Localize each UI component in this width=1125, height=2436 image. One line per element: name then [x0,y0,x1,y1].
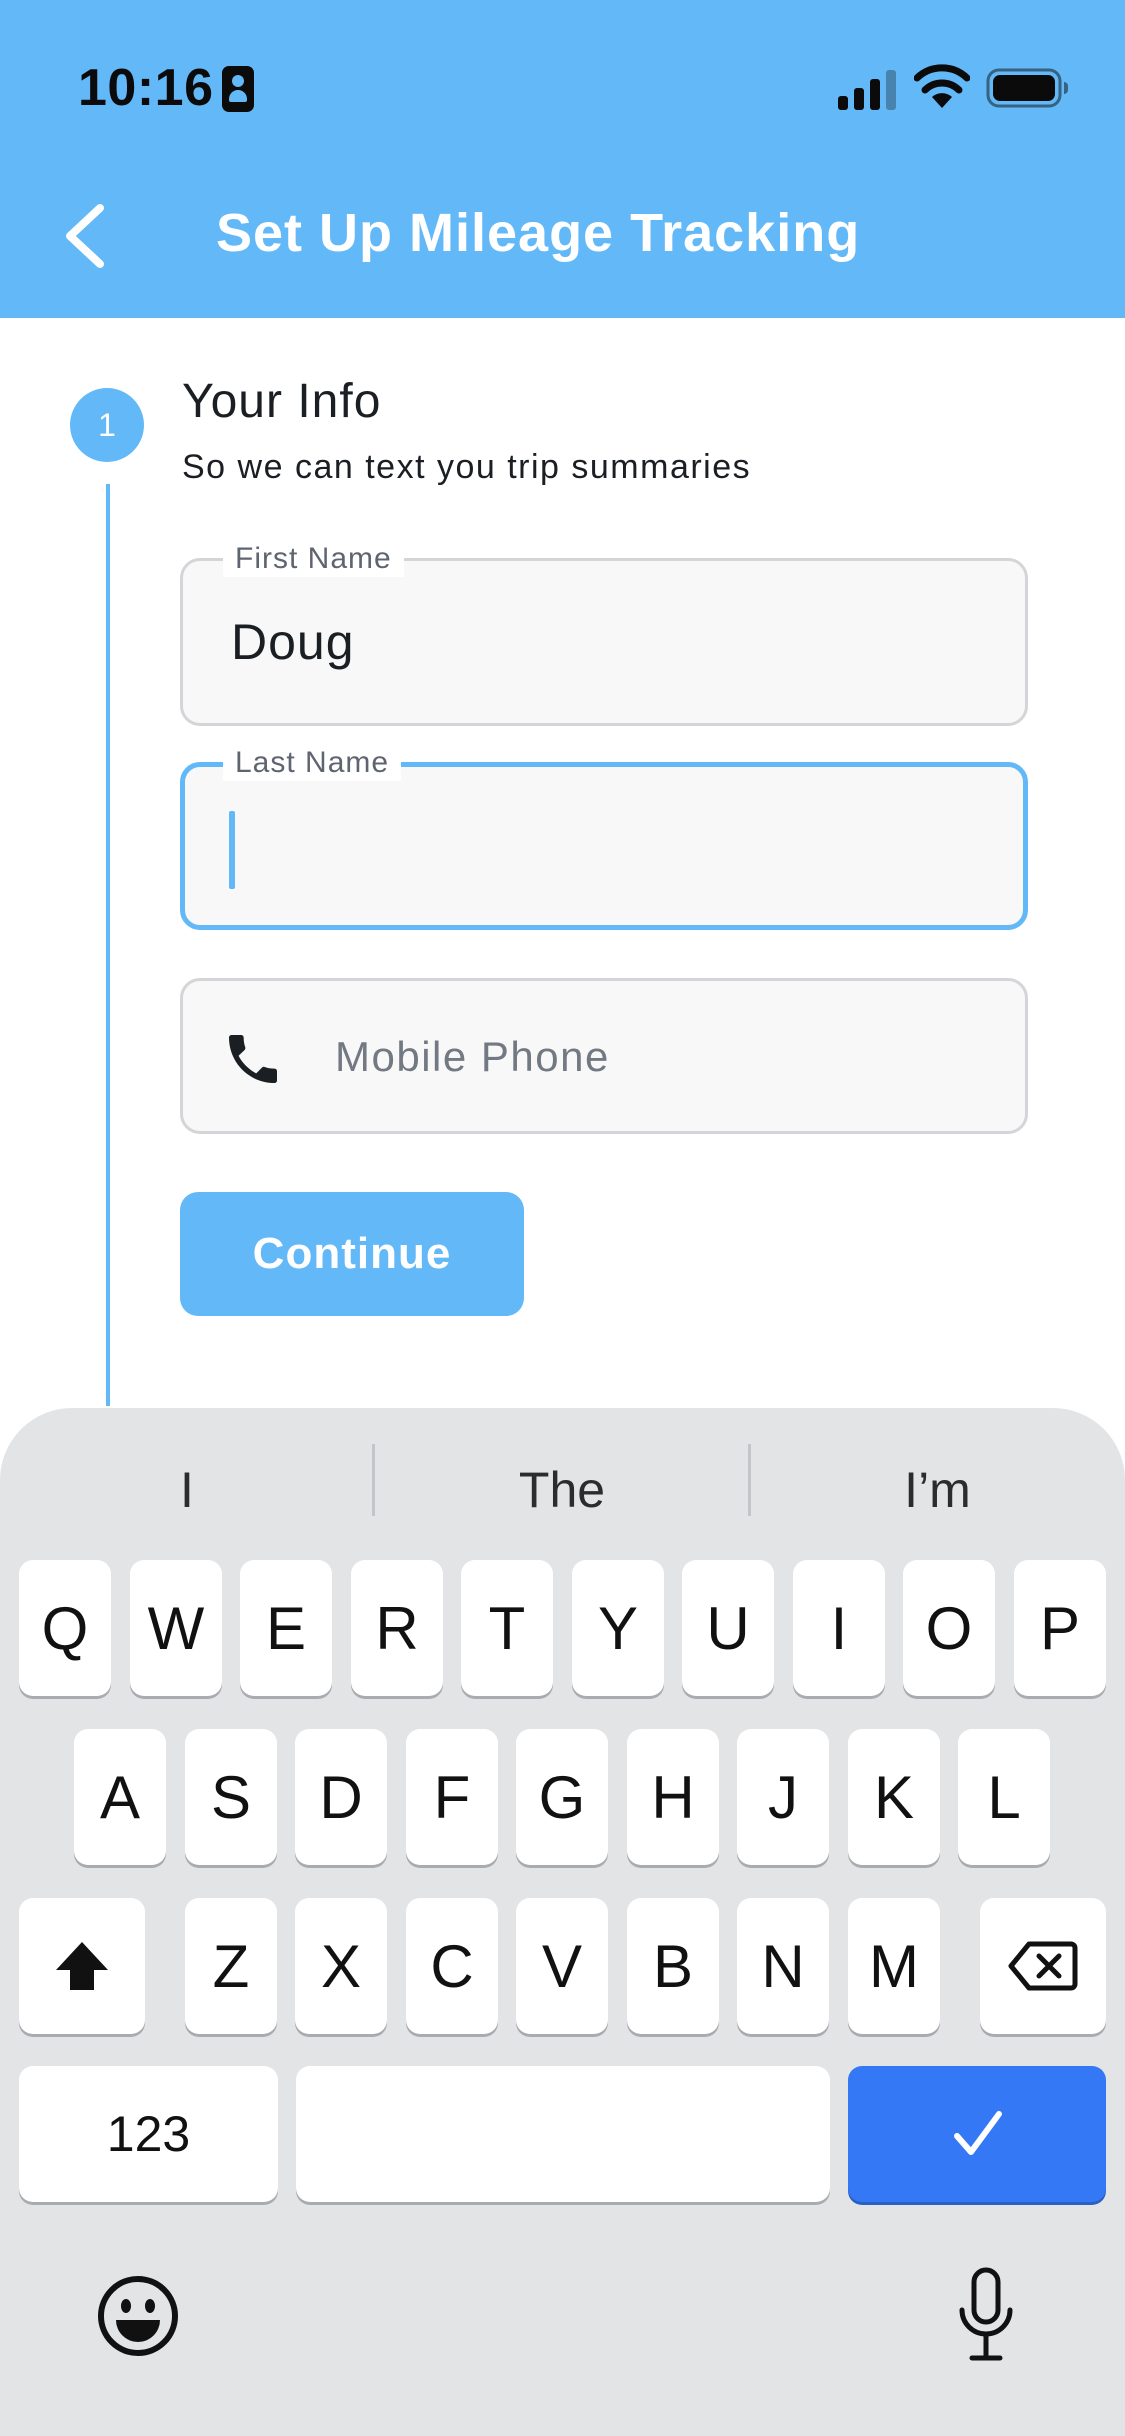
header-bar: 10:16 Set Up Mileage Tracking [0,0,1125,318]
backspace-icon [1008,1941,1078,1991]
battery-icon [986,68,1068,108]
first-name-label: First Name [223,541,404,577]
phone-icon [229,1035,277,1083]
key-g[interactable]: G [516,1729,608,1865]
key-p[interactable]: P [1014,1560,1106,1696]
key-d[interactable]: D [295,1729,387,1865]
shift-icon [56,1942,108,1990]
keyboard: I The I’m Q W E R T Y U I O P A S D F G … [0,1408,1125,2436]
back-chevron-icon[interactable] [56,198,116,274]
key-x[interactable]: X [295,1898,387,2034]
step-connector-line [106,484,110,1406]
mobile-phone-field[interactable] [180,978,1028,1134]
key-y[interactable]: Y [572,1560,664,1696]
key-o[interactable]: O [903,1560,995,1696]
text-caret [229,811,235,889]
key-t[interactable]: T [461,1560,553,1696]
numbers-key[interactable]: 123 [19,2066,278,2202]
last-name-label: Last Name [223,745,402,781]
key-n[interactable]: N [737,1898,829,2034]
first-name-field[interactable]: First Name Doug [180,541,1028,726]
key-i[interactable]: I [793,1560,885,1696]
microphone-icon[interactable] [950,2266,1022,2366]
app-screen: 10:16 Set Up Mileage Tracking 1 Your Inf… [0,0,1125,2436]
key-h[interactable]: H [627,1729,719,1865]
key-b[interactable]: B [627,1898,719,2034]
status-time: 10:16 [78,59,214,117]
first-name-value: Doug [231,614,355,670]
contact-card-icon [222,66,254,112]
key-m[interactable]: M [848,1898,940,2034]
emoji-icon[interactable] [96,2274,180,2358]
key-f[interactable]: F [406,1729,498,1865]
key-s[interactable]: S [185,1729,277,1865]
mobile-phone-input[interactable] [335,1017,975,1097]
key-q[interactable]: Q [19,1560,111,1696]
shift-key[interactable] [19,1898,145,2034]
checkmark-icon [954,2111,1002,2155]
key-a[interactable]: A [74,1729,166,1865]
last-name-field[interactable]: Last Name [180,745,1028,930]
suggestion-3[interactable]: I’m [750,1450,1125,1530]
step-number-badge: 1 [70,388,144,462]
page-title: Set Up Mileage Tracking [216,203,861,263]
key-c[interactable]: C [406,1898,498,2034]
space-key[interactable] [296,2066,830,2202]
key-e[interactable]: E [240,1560,332,1696]
key-k[interactable]: K [848,1729,940,1865]
key-l[interactable]: L [958,1729,1050,1865]
key-w[interactable]: W [130,1560,222,1696]
wifi-icon [914,64,970,108]
suggestion-1[interactable]: I [0,1450,374,1530]
step-subtitle: So we can text you trip summaries [182,448,752,486]
key-v[interactable]: V [516,1898,608,2034]
continue-button[interactable]: Continue [180,1192,524,1316]
key-z[interactable]: Z [185,1898,277,2034]
step-title: Your Info [182,375,382,428]
done-key[interactable] [848,2066,1106,2202]
key-u[interactable]: U [682,1560,774,1696]
cellular-signal-icon [838,70,896,110]
key-r[interactable]: R [351,1560,443,1696]
suggestion-2[interactable]: The [374,1450,750,1530]
backspace-key[interactable] [980,1898,1106,2034]
key-j[interactable]: J [737,1729,829,1865]
